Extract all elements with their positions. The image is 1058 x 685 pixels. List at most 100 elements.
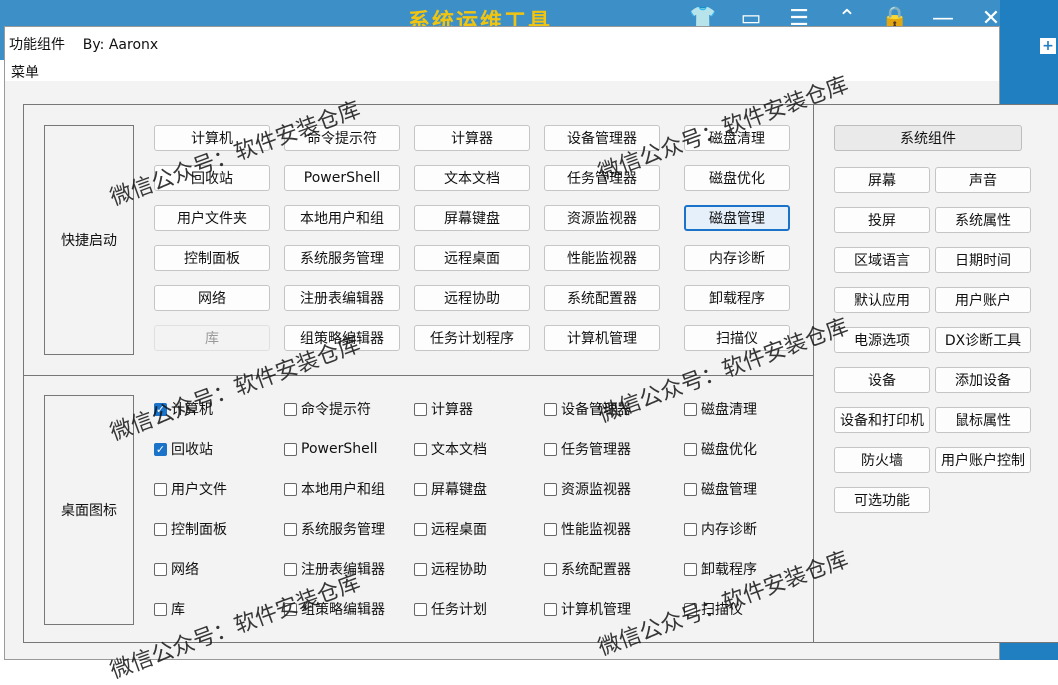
checkbox-icon[interactable] bbox=[154, 602, 167, 616]
desktop-icon-checkbox[interactable]: 磁盘管理 bbox=[684, 478, 757, 500]
checkbox-icon[interactable] bbox=[544, 442, 557, 456]
quick-launch-button[interactable]: PowerShell bbox=[284, 165, 400, 191]
checkbox-icon[interactable]: ✓ bbox=[154, 442, 167, 456]
desktop-icon-checkbox[interactable]: 内存诊断 bbox=[684, 518, 757, 540]
desktop-icon-checkbox[interactable]: 注册表编辑器 bbox=[284, 558, 385, 580]
quick-launch-button[interactable]: 磁盘管理 bbox=[684, 205, 790, 231]
quick-launch-button[interactable]: 组策略编辑器 bbox=[284, 325, 400, 351]
system-component-button[interactable]: 设备 bbox=[834, 367, 930, 393]
system-component-button[interactable]: 鼠标属性 bbox=[935, 407, 1031, 433]
quick-launch-button[interactable]: 磁盘优化 bbox=[684, 165, 790, 191]
checkbox-icon[interactable] bbox=[284, 562, 297, 576]
checkbox-icon[interactable]: ✓ bbox=[154, 402, 167, 416]
quick-launch-button[interactable]: 注册表编辑器 bbox=[284, 285, 400, 311]
quick-launch-button[interactable]: 远程协助 bbox=[414, 285, 530, 311]
checkbox-icon[interactable] bbox=[154, 562, 167, 576]
checkbox-icon[interactable] bbox=[684, 442, 697, 456]
system-component-button[interactable]: 可选功能 bbox=[834, 487, 930, 513]
desktop-icon-checkbox[interactable]: 本地用户和组 bbox=[284, 478, 385, 500]
desktop-icon-checkbox[interactable]: 计算机管理 bbox=[544, 598, 631, 620]
desktop-icon-checkbox[interactable]: 磁盘优化 bbox=[684, 438, 757, 460]
quick-launch-button[interactable]: 屏幕键盘 bbox=[414, 205, 530, 231]
quick-launch-button[interactable]: 计算机 bbox=[154, 125, 270, 151]
desktop-icon-checkbox[interactable]: 计算器 bbox=[414, 398, 473, 420]
quick-launch-button[interactable]: 性能监视器 bbox=[544, 245, 660, 271]
checkbox-icon[interactable] bbox=[544, 522, 557, 536]
system-component-button[interactable]: DX诊断工具 bbox=[935, 327, 1031, 353]
checkbox-icon[interactable] bbox=[414, 482, 427, 496]
quick-launch-button[interactable]: 磁盘清理 bbox=[684, 125, 790, 151]
checkbox-icon[interactable] bbox=[544, 602, 557, 616]
system-component-button[interactable]: 系统属性 bbox=[935, 207, 1031, 233]
desktop-icon-checkbox[interactable]: 远程协助 bbox=[414, 558, 487, 580]
checkbox-icon[interactable] bbox=[684, 562, 697, 576]
desktop-icon-checkbox[interactable]: 命令提示符 bbox=[284, 398, 371, 420]
checkbox-icon[interactable] bbox=[684, 522, 697, 536]
quick-launch-button[interactable]: 计算机管理 bbox=[544, 325, 660, 351]
quick-launch-button[interactable]: 回收站 bbox=[154, 165, 270, 191]
checkbox-icon[interactable] bbox=[414, 402, 427, 416]
desktop-icon-checkbox[interactable]: ✓ 回收站 bbox=[154, 438, 213, 460]
quick-launch-button[interactable]: 远程桌面 bbox=[414, 245, 530, 271]
desktop-icon-checkbox[interactable]: 资源监视器 bbox=[544, 478, 631, 500]
desktop-icon-checkbox[interactable]: 任务管理器 bbox=[544, 438, 631, 460]
system-component-button[interactable]: 用户账户 bbox=[935, 287, 1031, 313]
checkbox-icon[interactable] bbox=[684, 482, 697, 496]
system-component-button[interactable]: 声音 bbox=[935, 167, 1031, 193]
checkbox-icon[interactable] bbox=[154, 522, 167, 536]
desktop-icon-checkbox[interactable]: 磁盘清理 bbox=[684, 398, 757, 420]
system-component-button[interactable]: 电源选项 bbox=[834, 327, 930, 353]
quick-launch-button[interactable]: 任务管理器 bbox=[544, 165, 660, 191]
checkbox-icon[interactable] bbox=[284, 522, 297, 536]
quick-launch-button[interactable]: 文本文档 bbox=[414, 165, 530, 191]
quick-launch-button[interactable]: 资源监视器 bbox=[544, 205, 660, 231]
desktop-icon-checkbox[interactable]: 系统配置器 bbox=[544, 558, 631, 580]
desktop-icon-checkbox[interactable]: 屏幕键盘 bbox=[414, 478, 487, 500]
system-component-button[interactable]: 投屏 bbox=[834, 207, 930, 233]
system-component-button[interactable]: 区域语言 bbox=[834, 247, 930, 273]
quick-launch-button[interactable]: 计算器 bbox=[414, 125, 530, 151]
system-component-button[interactable]: 用户账户控制 bbox=[935, 447, 1031, 473]
checkbox-icon[interactable] bbox=[414, 522, 427, 536]
checkbox-icon[interactable] bbox=[544, 402, 557, 416]
checkbox-icon[interactable] bbox=[684, 602, 697, 616]
desktop-icon-checkbox[interactable]: 组策略编辑器 bbox=[284, 598, 385, 620]
system-component-button[interactable]: 日期时间 bbox=[935, 247, 1031, 273]
system-component-button[interactable]: 添加设备 bbox=[935, 367, 1031, 393]
quick-launch-button[interactable]: 扫描仪 bbox=[684, 325, 790, 351]
quick-launch-button[interactable]: 系统服务管理 bbox=[284, 245, 400, 271]
checkbox-icon[interactable] bbox=[544, 562, 557, 576]
quick-launch-button[interactable]: 命令提示符 bbox=[284, 125, 400, 151]
desktop-icon-checkbox[interactable]: 用户文件 bbox=[154, 478, 227, 500]
checkbox-icon[interactable] bbox=[414, 442, 427, 456]
checkbox-icon[interactable] bbox=[284, 482, 297, 496]
desktop-icon-checkbox[interactable]: 控制面板 bbox=[154, 518, 227, 540]
checkbox-icon[interactable] bbox=[414, 602, 427, 616]
system-component-button[interactable]: 屏幕 bbox=[834, 167, 930, 193]
checkbox-icon[interactable] bbox=[284, 602, 297, 616]
quick-launch-button[interactable]: 本地用户和组 bbox=[284, 205, 400, 231]
desktop-icon-checkbox[interactable]: 网络 bbox=[154, 558, 199, 580]
system-components-header[interactable]: 系统组件 bbox=[834, 125, 1022, 151]
desktop-icon-checkbox[interactable]: 扫描仪 bbox=[684, 598, 743, 620]
desktop-icon-checkbox[interactable]: 设备管理器 bbox=[544, 398, 631, 420]
quick-launch-button[interactable]: 网络 bbox=[154, 285, 270, 311]
quick-launch-button[interactable]: 用户文件夹 bbox=[154, 205, 270, 231]
desktop-icon-checkbox[interactable]: 系统服务管理 bbox=[284, 518, 385, 540]
checkbox-icon[interactable] bbox=[544, 482, 557, 496]
plus-icon[interactable]: + bbox=[1040, 38, 1056, 54]
system-component-button[interactable]: 设备和打印机 bbox=[834, 407, 930, 433]
desktop-icon-checkbox[interactable]: 任务计划 bbox=[414, 598, 487, 620]
system-component-button[interactable]: 防火墙 bbox=[834, 447, 930, 473]
quick-launch-button[interactable]: 内存诊断 bbox=[684, 245, 790, 271]
quick-launch-button[interactable]: 库 bbox=[154, 325, 270, 351]
quick-launch-button[interactable]: 设备管理器 bbox=[544, 125, 660, 151]
system-component-button[interactable]: 默认应用 bbox=[834, 287, 930, 313]
desktop-icon-checkbox[interactable]: 性能监视器 bbox=[544, 518, 631, 540]
desktop-icon-checkbox[interactable]: PowerShell bbox=[284, 438, 377, 460]
desktop-icon-checkbox[interactable]: ✓ 计算机 bbox=[154, 398, 213, 420]
menu-item[interactable]: 菜单 bbox=[11, 62, 39, 82]
desktop-icon-checkbox[interactable]: 文本文档 bbox=[414, 438, 487, 460]
checkbox-icon[interactable] bbox=[284, 442, 297, 456]
checkbox-icon[interactable] bbox=[284, 402, 297, 416]
